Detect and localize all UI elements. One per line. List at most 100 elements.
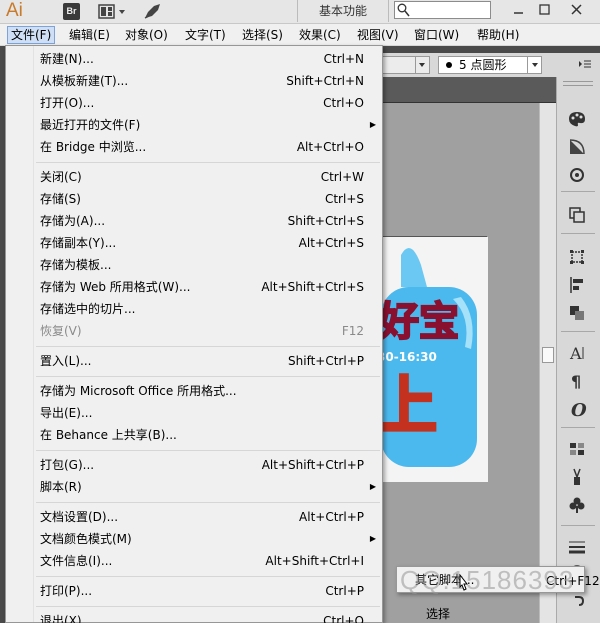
brush-definition-value: 5 点圆形 bbox=[459, 58, 507, 72]
stroke-profile-dropdown[interactable] bbox=[380, 56, 430, 74]
menu-item-export[interactable]: 导出(E)... bbox=[8, 402, 380, 424]
menu-item-close[interactable]: 关闭(C) Ctrl+W bbox=[8, 166, 380, 188]
close-icon[interactable] bbox=[569, 2, 585, 18]
paragraph-icon[interactable]: ¶ bbox=[567, 371, 587, 391]
transform-icon[interactable] bbox=[567, 247, 587, 267]
menu-item-exit[interactable]: 退出(X) Ctrl+Q bbox=[8, 610, 380, 623]
submenu-arrow-icon: ▶ bbox=[369, 534, 376, 543]
minimize-icon[interactable] bbox=[511, 2, 527, 18]
search-icon bbox=[397, 3, 410, 17]
stroke-icon[interactable] bbox=[567, 537, 587, 557]
menu-item-save-selected-slices[interactable]: 存储选中的切片... bbox=[8, 298, 380, 320]
menu-bar: 文件(F) 编辑(E) 对象(O) 文字(T) 选择(S) 效果(C) 视图(V… bbox=[0, 24, 600, 46]
artboards-icon[interactable] bbox=[567, 205, 587, 225]
menu-separator bbox=[36, 502, 380, 503]
mouse-pointer-icon bbox=[459, 574, 469, 591]
align-icon[interactable] bbox=[567, 275, 587, 295]
menu-item-save-as-template[interactable]: 存储为模板... bbox=[8, 254, 380, 276]
panel-menu-icon[interactable] bbox=[578, 59, 592, 71]
menu-separator bbox=[36, 162, 380, 163]
menu-window[interactable]: 窗口(W) bbox=[410, 26, 463, 44]
artwork-time-text: 30-16:30 bbox=[381, 350, 437, 364]
panel-divider bbox=[561, 427, 595, 428]
submenu-arrow-icon: ▶ bbox=[369, 120, 376, 129]
panel-grip[interactable] bbox=[563, 81, 593, 86]
menu-item-file-info[interactable]: 文件信息(I)... Alt+Shift+Ctrl+I bbox=[8, 550, 380, 572]
menu-item-share-on-behance[interactable]: 在 Behance 上共享(B)... bbox=[8, 424, 380, 446]
menu-item-document-color-mode[interactable]: 文档颜色模式(M) ▶ bbox=[8, 528, 380, 550]
menu-item-package[interactable]: 打包(G)... Alt+Shift+Ctrl+P bbox=[8, 454, 380, 476]
artboard[interactable]: 好宝 30-16:30 上 bbox=[380, 236, 488, 482]
menu-separator bbox=[36, 376, 380, 377]
file-menu-dropdown: 新建(N)... Ctrl+N 从模板新建(T)... Shift+Ctrl+N 打… bbox=[5, 45, 383, 623]
panel-dock: A ¶ O bbox=[556, 77, 600, 623]
menu-item-save-for-web[interactable]: 存储为 Web 所用格式(W)... Alt+Shift+Ctrl+S bbox=[8, 276, 380, 298]
svg-text:A: A bbox=[569, 344, 582, 363]
menu-item-document-setup[interactable]: 文档设置(D)... Alt+Ctrl+P bbox=[8, 506, 380, 528]
menu-item-open[interactable]: 打开(O)... Ctrl+O bbox=[8, 92, 380, 114]
swatches-icon[interactable] bbox=[567, 439, 587, 459]
status-selection-label: 选择 bbox=[426, 607, 451, 621]
vertical-scrollbar[interactable] bbox=[539, 103, 556, 623]
artwork-big-text: 上 bbox=[381, 369, 437, 442]
gradient-icon[interactable] bbox=[567, 137, 587, 157]
menu-item-place[interactable]: 置入(L)... Shift+Ctrl+P bbox=[8, 350, 380, 372]
character-icon[interactable]: A bbox=[567, 343, 587, 363]
pathfinder-icon[interactable] bbox=[567, 303, 587, 323]
menu-edit[interactable]: 编辑(E) bbox=[65, 26, 114, 44]
bridge-icon[interactable]: Br bbox=[63, 3, 80, 20]
arrange-documents-icon[interactable] bbox=[98, 3, 128, 20]
artwork-illustration: 好宝 30-16:30 上 bbox=[381, 237, 488, 482]
menu-item-new-from-template[interactable]: 从模板新建(T)... Shift+Ctrl+N bbox=[8, 70, 380, 92]
menu-item-new[interactable]: 新建(N)... Ctrl+N bbox=[8, 48, 380, 70]
menu-view[interactable]: 视图(V) bbox=[353, 26, 403, 44]
menu-separator bbox=[36, 346, 380, 347]
canvas-area[interactable]: 好宝 30-16:30 上 bbox=[380, 77, 556, 623]
symbols-icon[interactable] bbox=[567, 495, 587, 515]
svg-text:O: O bbox=[571, 400, 587, 419]
scrollbar-thumb[interactable] bbox=[542, 347, 554, 363]
panel-divider bbox=[561, 191, 595, 192]
menu-item-save[interactable]: 存储(S) Ctrl+S bbox=[8, 188, 380, 210]
illustrator-logo: Ai bbox=[6, 0, 23, 21]
menu-item-save-as[interactable]: 存储为(A)... Shift+Ctrl+S bbox=[8, 210, 380, 232]
menu-item-scripts[interactable]: 脚本(R) ▶ bbox=[8, 476, 380, 498]
menu-separator bbox=[36, 576, 380, 577]
rocket-icon[interactable] bbox=[142, 3, 162, 20]
menu-item-open-recent[interactable]: 最近打开的文件(F) ▶ bbox=[8, 114, 380, 136]
watermark-text: QQ:15186393 bbox=[400, 565, 575, 595]
chevron-down-icon bbox=[415, 57, 427, 73]
menu-item-save-for-office[interactable]: 存储为 Microsoft Office 所用格式... bbox=[8, 380, 380, 402]
menu-object[interactable]: 对象(O) bbox=[121, 26, 172, 44]
menu-file[interactable]: 文件(F) bbox=[7, 26, 56, 44]
panel-divider bbox=[561, 233, 595, 234]
workspace-switcher[interactable]: 基本功能 bbox=[297, 0, 389, 22]
menu-help[interactable]: 帮助(H) bbox=[473, 26, 523, 44]
menu-item-save-a-copy[interactable]: 存储副本(Y)... Alt+Ctrl+S bbox=[8, 232, 380, 254]
help-search-field[interactable] bbox=[394, 1, 491, 19]
brush-definition-dropdown[interactable]: 5 点圆形 bbox=[438, 56, 542, 74]
menu-separator bbox=[36, 606, 380, 607]
menu-select[interactable]: 选择(S) bbox=[238, 26, 287, 44]
brush-dot-icon bbox=[446, 62, 452, 68]
svg-text:¶: ¶ bbox=[571, 372, 581, 391]
menu-effect[interactable]: 效果(C) bbox=[295, 26, 345, 44]
chevron-down-icon bbox=[527, 57, 541, 73]
search-input[interactable] bbox=[411, 2, 489, 18]
submenu-arrow-icon: ▶ bbox=[369, 482, 376, 491]
menu-type[interactable]: 文字(T) bbox=[181, 26, 230, 44]
panel-divider bbox=[561, 331, 595, 332]
document-tab-strip bbox=[380, 77, 556, 103]
brushes-icon[interactable] bbox=[567, 467, 587, 487]
appearance-icon[interactable] bbox=[567, 165, 587, 185]
opentype-icon[interactable]: O bbox=[567, 399, 587, 421]
menu-item-browse-in-bridge[interactable]: 在 Bridge 中浏览... Alt+Ctrl+O bbox=[8, 136, 380, 158]
menu-separator bbox=[36, 450, 380, 451]
artwork-title-text: 好宝 bbox=[381, 299, 459, 345]
application-bar: Ai Br 基本功能 bbox=[0, 0, 600, 24]
control-bar: 5 点圆形 bbox=[380, 53, 600, 77]
menu-item-print[interactable]: 打印(P)... Ctrl+P bbox=[8, 580, 380, 602]
maximize-icon[interactable] bbox=[537, 2, 553, 18]
panel-divider bbox=[561, 525, 595, 526]
color-guide-icon[interactable] bbox=[567, 109, 587, 129]
